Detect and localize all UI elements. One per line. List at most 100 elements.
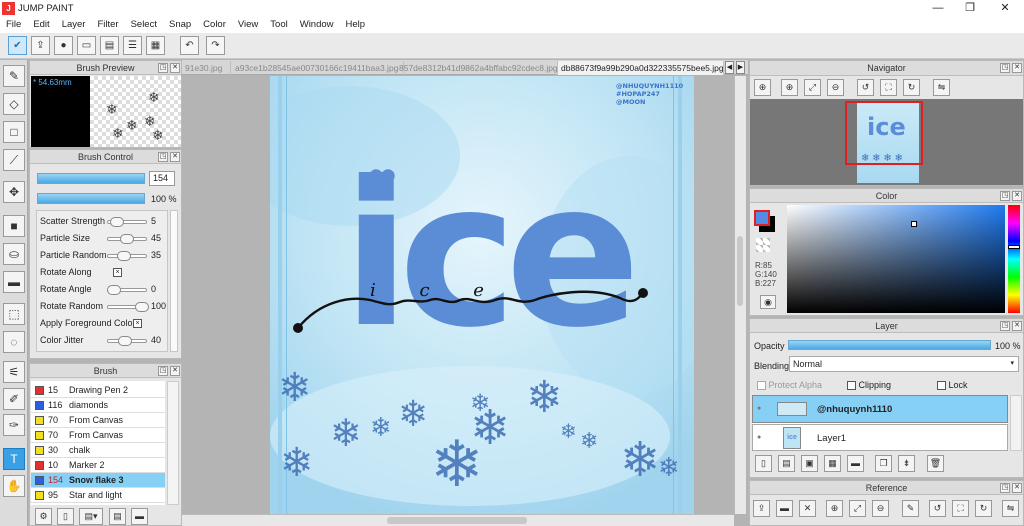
reference-zoom-out-icon[interactable]: ⊖ — [872, 500, 889, 517]
operation-tool-icon[interactable]: ✋ — [3, 475, 25, 497]
page-icon[interactable]: ▤ — [100, 36, 119, 55]
pen-tool-icon[interactable]: ✎ — [3, 65, 25, 87]
color-picker-field[interactable] — [787, 205, 1005, 313]
fill-rect-tool-icon[interactable]: ■ — [3, 215, 25, 237]
merge-layer-icon[interactable]: ⇟ — [898, 455, 915, 472]
blending-select[interactable]: Normal ▾ — [789, 356, 1019, 372]
slider-handle[interactable] — [118, 336, 133, 346]
visibility-icon[interactable]: ● — [757, 434, 761, 441]
brush-param-checkbox[interactable]: × — [133, 319, 142, 328]
brush-folder-icon[interactable]: ▬ — [131, 508, 148, 525]
tab-document-4[interactable]: db88673f9a99b290a0d322335575bee5.jpg — [558, 61, 724, 75]
reference-fit-icon[interactable]: ⤢ — [849, 500, 866, 517]
float-icon[interactable]: ◳ — [158, 152, 168, 162]
panel-close-icon[interactable]: ✕ — [170, 152, 180, 162]
reference-eyedropper-icon[interactable]: ✎ — [902, 500, 919, 517]
lock-option[interactable]: Lock — [937, 380, 968, 391]
export-icon[interactable]: ⇪ — [31, 36, 50, 55]
visibility-icon[interactable]: ● — [757, 405, 761, 412]
brush-list-item[interactable]: 15 Drawing Pen 2 — [31, 383, 165, 398]
clipping-checkbox[interactable] — [847, 381, 856, 391]
tab-document-3[interactable]: 857de8312b41d9862a4bffabc92cdec8.jpg — [396, 61, 558, 75]
navigator-viewport[interactable] — [845, 101, 923, 165]
layer-row[interactable]: ● @nhuquynh1110 — [752, 395, 1008, 423]
rotate-right-icon[interactable]: ↻ — [903, 79, 920, 96]
select-eraser-icon[interactable]: ✑ — [3, 414, 25, 436]
menu-select[interactable]: Select — [125, 17, 163, 33]
grid-icon[interactable]: ▦ — [146, 36, 165, 55]
float-icon[interactable]: ◳ — [1000, 63, 1010, 73]
menu-snap[interactable]: Snap — [163, 17, 197, 33]
lasso-select-icon[interactable]: ◌ — [3, 331, 25, 353]
float-icon[interactable]: ◳ — [1000, 483, 1010, 493]
rectangle-tool-icon[interactable]: □ — [3, 121, 25, 143]
gradient-tool-icon[interactable]: ▬ — [3, 271, 25, 293]
brush-copy-icon[interactable]: ▤ — [109, 508, 126, 525]
flip-icon[interactable]: ⇋ — [933, 79, 950, 96]
brush-list-item[interactable]: 10 Marker 2 — [31, 458, 165, 473]
minimize-button[interactable]: — — [923, 1, 953, 16]
slider-handle[interactable] — [116, 251, 131, 261]
brush-list-item[interactable]: 95 Star and light — [31, 488, 165, 503]
line-tool-icon[interactable]: ⟋ — [3, 149, 25, 171]
new-brush-icon[interactable]: ▯ — [57, 508, 74, 525]
panel-close-icon[interactable]: ✕ — [1012, 191, 1022, 201]
slider-handle[interactable] — [109, 217, 124, 227]
delete-layer-icon[interactable]: 🗑 — [927, 455, 944, 472]
rect-select-icon[interactable]: ⬚ — [3, 303, 25, 325]
menu-tool[interactable]: Tool — [264, 17, 293, 33]
panel-close-icon[interactable]: ✕ — [170, 366, 180, 376]
float-icon[interactable]: ◳ — [1000, 321, 1010, 331]
menu-color[interactable]: Color — [197, 17, 232, 33]
copy-layer-icon[interactable]: ❐ — [875, 455, 892, 472]
float-icon[interactable]: ◳ — [158, 366, 168, 376]
list-icon[interactable]: ☰ — [123, 36, 142, 55]
protect-alpha-option[interactable]: Protect Alpha — [757, 380, 822, 391]
menu-file[interactable]: File — [0, 17, 27, 33]
comment-icon[interactable]: ● — [54, 36, 73, 55]
slider-handle[interactable] — [119, 234, 134, 244]
reference-rotate-left-icon[interactable]: ↺ — [929, 500, 946, 517]
zoom-fit-icon[interactable]: ⊕ — [754, 79, 771, 96]
reference-view-icon[interactable]: ⛶ — [952, 500, 969, 517]
brush-mode-icon[interactable]: ✔ — [8, 36, 27, 55]
brush-size-slider[interactable] — [37, 173, 145, 184]
brush-param-slider[interactable] — [107, 217, 147, 227]
brush-list-item[interactable]: 70 From Canvas — [31, 413, 165, 428]
brush-size-field[interactable]: 154 — [149, 171, 175, 186]
tab-scroll-left-icon[interactable]: ◀ — [725, 61, 734, 74]
text-tool-icon[interactable]: T — [3, 448, 25, 470]
slider-handle[interactable] — [135, 302, 149, 312]
close-button[interactable]: ✕ — [990, 1, 1020, 16]
frame-icon[interactable]: ▭ — [77, 36, 96, 55]
brush-param-checkbox[interactable]: × — [113, 268, 122, 277]
brush-opacity-slider[interactable] — [37, 193, 145, 204]
brush-menu-icon[interactable]: ▤▾ — [79, 508, 103, 525]
float-icon[interactable]: ◳ — [158, 63, 168, 73]
reference-close-icon[interactable]: ✕ — [799, 500, 816, 517]
panel-close-icon[interactable]: ✕ — [1012, 483, 1022, 493]
brush-list-item[interactable]: 30 chalk — [31, 443, 165, 458]
reference-flip-icon[interactable]: ⇋ — [1002, 500, 1019, 517]
reference-import-icon[interactable]: ⇪ — [753, 500, 770, 517]
brush-param-slider[interactable] — [107, 336, 147, 346]
menu-layer[interactable]: Layer — [56, 17, 92, 33]
brush-settings-icon[interactable]: ⚙ — [35, 508, 52, 525]
new-layer-icon[interactable]: ▯ — [755, 455, 772, 472]
bucket-tool-icon[interactable]: ⛀ — [3, 243, 25, 265]
layer-type-icon[interactable]: ▣ — [801, 455, 818, 472]
tab-document-2[interactable]: a93ce1b28545ae00730166c19411baa3.jpg — [232, 61, 404, 75]
canvas-vertical-scrollbar[interactable] — [734, 76, 746, 514]
lock-checkbox[interactable] — [937, 381, 946, 391]
menu-view[interactable]: View — [232, 17, 264, 33]
menu-help[interactable]: Help — [340, 17, 372, 33]
transparent-swatch[interactable] — [756, 238, 770, 252]
drawing-canvas[interactable]: @NHUQUYNH1110 #HOPAP247 @MOON ice i c e ❄ … — [270, 76, 694, 514]
layer-mask-icon[interactable]: ▦ — [824, 455, 841, 472]
fit-view-icon[interactable]: ⛶ — [880, 79, 897, 96]
panel-close-icon[interactable]: ✕ — [1012, 321, 1022, 331]
new-layer-folder-icon[interactable]: ▤ — [778, 455, 795, 472]
brush-list-item[interactable]: 70 From Canvas — [31, 428, 165, 443]
eyedropper-icon[interactable]: ◉ — [760, 295, 776, 309]
layer-folder-icon[interactable]: ▬ — [847, 455, 864, 472]
